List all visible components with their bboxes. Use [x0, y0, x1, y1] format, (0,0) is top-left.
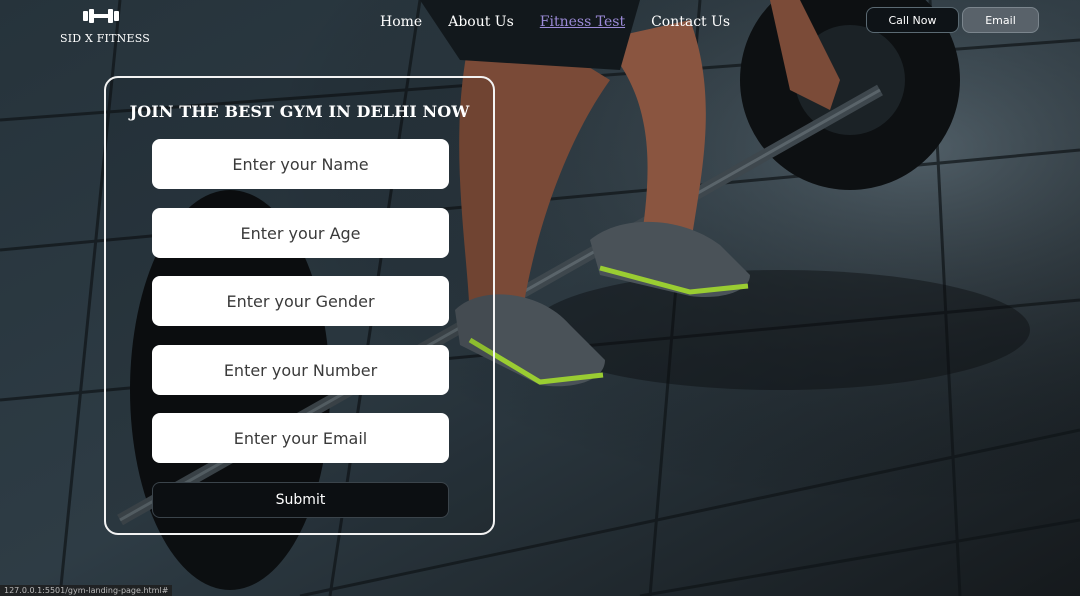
submit-button[interactable]: Submit [152, 482, 449, 518]
main-nav: Home About Us Fitness Test Contact Us [380, 14, 756, 30]
nav-home[interactable]: Home [380, 14, 422, 30]
brand-name: SID X FITNESS [60, 32, 150, 45]
number-field[interactable] [152, 345, 449, 395]
name-field[interactable] [152, 139, 449, 189]
gender-field[interactable] [152, 276, 449, 326]
age-field[interactable] [152, 208, 449, 258]
nav-contact-us[interactable]: Contact Us [651, 14, 730, 30]
call-now-button[interactable]: Call Now [866, 7, 959, 33]
nav-about-us[interactable]: About Us [448, 14, 514, 30]
form-title: JOIN THE BEST GYM IN DELHI NOW [129, 102, 470, 121]
status-url: 127.0.0.1:5501/gym-landing-page.html# [0, 585, 173, 596]
email-button[interactable]: Email [962, 7, 1039, 33]
email-field[interactable] [152, 413, 449, 463]
nav-fitness-test[interactable]: Fitness Test [540, 14, 625, 30]
join-form: JOIN THE BEST GYM IN DELHI NOW Submit [104, 76, 495, 535]
brand-logo[interactable]: SID X FITNESS [60, 8, 150, 46]
dumbbell-icon [83, 9, 119, 23]
